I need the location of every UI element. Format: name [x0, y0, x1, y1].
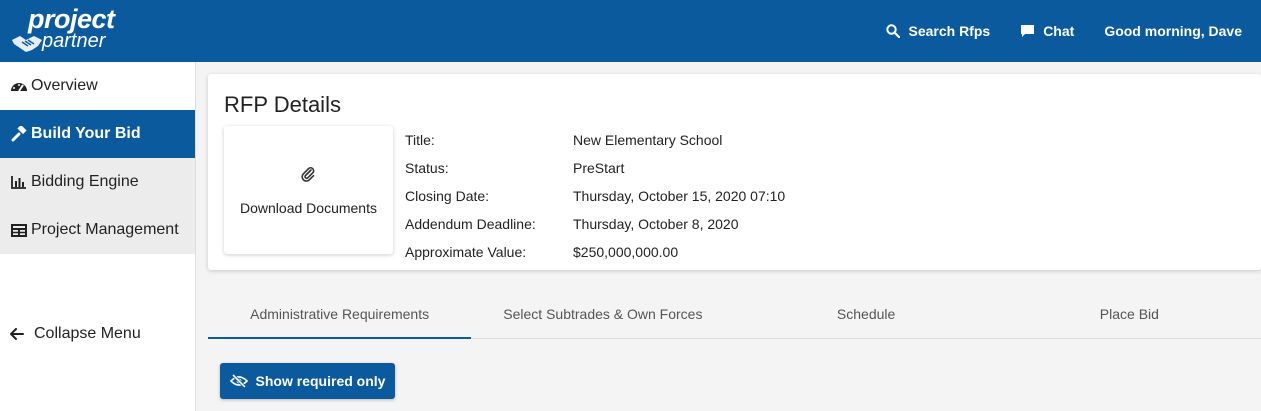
user-greeting-menu[interactable]: Good morning, Dave [1104, 23, 1242, 39]
sidebar-item-label: Build Your Bid [31, 125, 141, 142]
chat-icon [1021, 25, 1035, 37]
project-partner-logo[interactable]: project partner [10, 4, 130, 58]
dashboard-icon [9, 78, 29, 94]
eye-slash-icon [229, 374, 248, 388]
arrow-left-icon [10, 328, 24, 340]
field-value: Thursday, October 15, 2020 07:10 [573, 188, 786, 204]
hammer-icon [9, 126, 29, 142]
tab-select-subtrades[interactable]: Select Subtrades & Own Forces [471, 290, 734, 338]
field-value: New Elementary School [573, 132, 723, 148]
sidebar-item-build-your-bid[interactable]: Build Your Bid [0, 110, 195, 158]
download-documents-button[interactable]: Download Documents [224, 126, 393, 254]
bar-chart-icon [9, 175, 29, 189]
tab-place-bid[interactable]: Place Bid [998, 290, 1261, 338]
sidebar-item-project-management[interactable]: Project Management [0, 206, 195, 254]
field-value: PreStart [573, 160, 625, 176]
field-label: Approximate Value: [405, 244, 527, 260]
table-icon [9, 223, 29, 237]
download-documents-label: Download Documents [240, 200, 377, 216]
show-required-only-label: Show required only [255, 373, 386, 389]
chat-link[interactable]: Chat [1020, 23, 1074, 39]
page-title: RFP Details [224, 92, 341, 117]
field-value: Thursday, October 8, 2020 [573, 216, 739, 232]
info-row-status: Status: PreStart [405, 154, 785, 182]
top-navbar: project partner Search Rfps Chat Good mo… [0, 0, 1261, 62]
tab-administrative-requirements[interactable]: Administrative Requirements [208, 290, 472, 339]
field-label: Title: [405, 132, 435, 148]
search-icon [886, 24, 901, 38]
info-row-addendum-deadline: Addendum Deadline: Thursday, October 8, … [405, 210, 785, 238]
sidebar-item-overview[interactable]: Overview [0, 62, 195, 110]
show-required-only-button[interactable]: Show required only [220, 363, 395, 399]
bid-tabs: Administrative Requirements Select Subtr… [208, 290, 1261, 339]
field-label: Closing Date: [405, 188, 490, 204]
info-row-closing-date: Closing Date: Thursday, October 15, 2020… [405, 182, 785, 210]
search-rfps-label: Search Rfps [908, 23, 991, 39]
field-label: Addendum Deadline: [405, 216, 536, 232]
info-row-approximate-value: Approximate Value: $250,000,000.00 [405, 238, 785, 266]
logo-text-partner: partner [42, 30, 106, 52]
sidebar-item-bidding-engine[interactable]: Bidding Engine [0, 158, 195, 206]
sidebar-item-label: Project Management [31, 221, 179, 238]
field-value: $250,000,000.00 [573, 244, 679, 260]
info-row-title: Title: New Elementary School [405, 126, 785, 154]
tab-schedule[interactable]: Schedule [735, 290, 998, 338]
search-rfps-link[interactable]: Search Rfps [886, 23, 990, 39]
greeting-label: Good morning, Dave [1104, 23, 1242, 39]
rfp-info-list: Title: New Elementary School Status: Pre… [405, 126, 785, 266]
rfp-details-card: RFP Details Download Documents Title: Ne… [208, 74, 1261, 270]
collapse-menu-button[interactable]: Collapse Menu [0, 310, 141, 358]
handshake-icon [12, 36, 42, 52]
paperclip-icon [301, 167, 315, 182]
sidebar-item-label: Bidding Engine [31, 173, 139, 190]
sidebar: Overview Build Your Bid Bidding Engine P… [0, 62, 196, 411]
chat-label: Chat [1043, 23, 1075, 39]
sidebar-item-label: Overview [31, 77, 98, 94]
field-label: Status: [405, 160, 449, 176]
collapse-menu-label: Collapse Menu [34, 325, 141, 342]
